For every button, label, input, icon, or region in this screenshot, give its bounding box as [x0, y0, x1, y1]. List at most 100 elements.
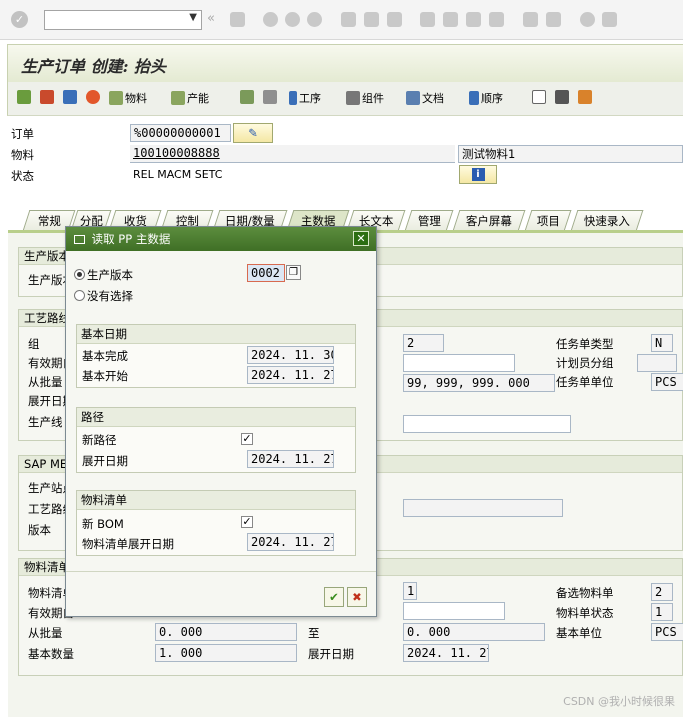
base-unit-field[interactable]: PCS	[651, 623, 683, 641]
section-title: 路径	[77, 408, 355, 427]
title-bar: 生产订单 创建: 抬头	[7, 44, 683, 82]
bom-to-label: 至	[308, 626, 320, 640]
cube-icon[interactable]	[532, 90, 548, 104]
bom-explode-date-field[interactable]: 2024. 11. 27	[247, 533, 334, 551]
production-version-field[interactable]: 0002	[247, 264, 285, 282]
new-session-icon[interactable]	[523, 12, 538, 27]
valid-from-to-field[interactable]	[403, 354, 515, 372]
alternative-bom-field[interactable]: 2	[651, 583, 673, 601]
calendar-icon[interactable]	[40, 90, 56, 104]
cancel-icon[interactable]	[307, 12, 322, 27]
operation-button[interactable]: 工序	[289, 90, 321, 106]
enter-icon[interactable]: ✓	[11, 11, 28, 28]
new-bom-label: 新 BOM	[82, 517, 124, 531]
production-line-label: 生产线	[28, 415, 63, 429]
watermark: CSDN @我小时候很果	[563, 695, 675, 708]
task-list-type-field[interactable]: N	[651, 334, 673, 352]
section-title: 基本日期	[77, 325, 355, 344]
tab-project[interactable]: 项目	[524, 210, 572, 231]
bom-explode-date-field[interactable]: 2024. 11. 27	[403, 644, 489, 662]
find-icon[interactable]	[364, 12, 379, 27]
new-routing-label: 新路径	[82, 433, 117, 447]
radio-selected-icon	[74, 269, 85, 280]
base-quantity-field[interactable]: 1. 000	[155, 644, 297, 662]
first-page-icon[interactable]	[420, 12, 435, 27]
material-field[interactable]: 100100008888	[130, 145, 455, 163]
production-line-field[interactable]	[403, 415, 571, 433]
list-icon[interactable]	[63, 90, 79, 104]
bom-lot-to-field[interactable]: 0. 000	[403, 623, 545, 641]
prev-page-icon[interactable]	[443, 12, 458, 27]
bom-valid-field[interactable]	[403, 602, 505, 620]
basic-start-label: 基本开始	[82, 369, 128, 383]
tab-customer-screen[interactable]: 客户屏幕	[452, 210, 526, 231]
operation-icon	[289, 91, 297, 105]
chevron-down-icon[interactable]: ▼	[189, 12, 197, 23]
task-list-unit-field[interactable]: PCS	[651, 373, 683, 391]
print-icon[interactable]	[341, 12, 356, 27]
layout-icon[interactable]	[602, 12, 617, 27]
sequence-icon	[469, 91, 479, 105]
tab-administration[interactable]: 管理	[404, 210, 454, 231]
planner-group-field[interactable]	[637, 354, 677, 372]
bom-status-label: 物料单状态	[556, 606, 614, 620]
bom-lot-label: 从批量	[28, 626, 63, 640]
material-button[interactable]: 物料	[109, 90, 147, 106]
basic-dates-section: 基本日期 基本完成 2024. 11. 30 基本开始 2024. 11. 27	[76, 324, 356, 388]
bom-alt-counter-field[interactable]: 1	[403, 582, 417, 600]
bom-status-field[interactable]: 1	[651, 603, 673, 621]
next-page-icon[interactable]	[466, 12, 481, 27]
component-button[interactable]: 组件	[346, 90, 384, 106]
material-label: 物料	[11, 148, 34, 162]
tab-quick-entry[interactable]: 快速录入	[570, 210, 644, 231]
tree-icon[interactable]	[578, 90, 594, 104]
shortcut-icon[interactable]	[546, 12, 561, 27]
production-version-radio[interactable]: 生产版本	[74, 267, 133, 283]
confirm-button[interactable]: ✔	[324, 587, 344, 607]
order-field[interactable]: %00000000001	[130, 124, 231, 142]
help-icon[interactable]	[580, 12, 595, 27]
copy-icon[interactable]: ❐	[286, 265, 301, 280]
new-routing-checkbox[interactable]: ✓	[241, 433, 253, 445]
last-page-icon[interactable]	[489, 12, 504, 27]
flag-icon[interactable]	[17, 90, 33, 104]
printer-icon[interactable]	[263, 90, 279, 104]
edit-button[interactable]: ✎	[233, 123, 273, 143]
lifebuoy-icon[interactable]	[86, 90, 102, 104]
lot-to-field[interactable]: 99, 999, 999. 000	[403, 374, 555, 392]
radio-unselected-icon	[74, 290, 85, 301]
material-icon	[109, 91, 123, 105]
document-button[interactable]: 文档	[406, 90, 444, 106]
bom-lot-from-field[interactable]: 0. 000	[155, 623, 297, 641]
close-icon[interactable]: ✕	[353, 231, 369, 246]
task-list-unit-label: 任务单单位	[556, 375, 614, 389]
hierarchy-icon[interactable]	[240, 90, 256, 104]
basic-finish-field[interactable]: 2024. 11. 30	[247, 346, 334, 364]
bom-section: 物料清单 新 BOM ✓ 物料清单展开日期 2024. 11. 27	[76, 490, 356, 556]
new-bom-checkbox[interactable]: ✓	[241, 516, 253, 528]
dialog-footer-divider	[66, 571, 376, 572]
me-routing-field[interactable]	[403, 499, 563, 517]
lot-from-label: 从批量	[28, 375, 63, 389]
grid-icon[interactable]	[555, 90, 571, 104]
routing-explode-date-field[interactable]: 2024. 11. 27	[247, 450, 334, 468]
status-value: REL MACM SETC	[133, 168, 223, 181]
sequence-button[interactable]: 顺序	[469, 90, 503, 106]
back-icon[interactable]	[263, 12, 278, 27]
capacity-button[interactable]: 产能	[171, 90, 209, 106]
routing-explode-date-label: 展开日期	[82, 454, 128, 468]
basic-start-field[interactable]: 2024. 11. 27	[247, 366, 334, 384]
bom-explode-date-label: 展开日期	[308, 647, 354, 661]
system-toolbar: ✓ ▼ «	[0, 0, 683, 40]
find-next-icon[interactable]	[387, 12, 402, 27]
no-selection-radio[interactable]: 没有选择	[74, 288, 133, 304]
exit-icon[interactable]	[285, 12, 300, 27]
info-button[interactable]: i	[459, 165, 497, 184]
routing-section: 路径 新路径 ✓ 展开日期 2024. 11. 27	[76, 407, 356, 473]
cancel-button[interactable]: ✖	[347, 587, 367, 607]
cross-icon: ✖	[352, 590, 362, 604]
save-icon[interactable]	[230, 12, 245, 27]
group-counter-field[interactable]: 2	[403, 334, 444, 352]
capacity-icon	[171, 91, 185, 105]
command-field[interactable]: ▼	[44, 10, 202, 30]
